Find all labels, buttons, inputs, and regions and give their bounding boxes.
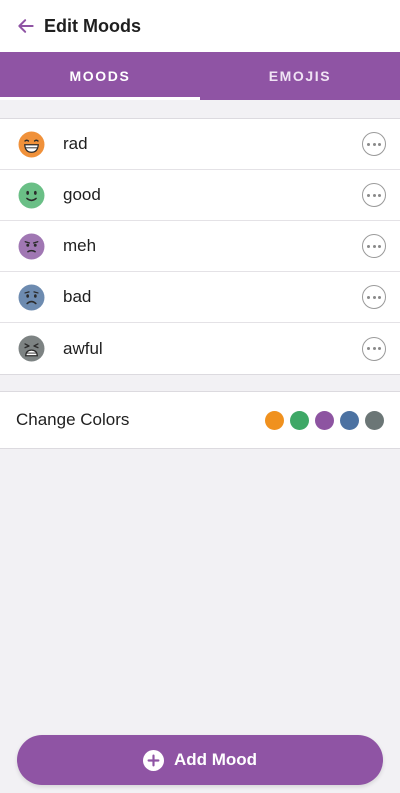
mood-row-awful[interactable]: awful xyxy=(0,323,400,374)
add-mood-button[interactable]: Add Mood xyxy=(17,735,383,785)
page-title: Edit Moods xyxy=(44,15,141,36)
color-swatch-gray xyxy=(365,410,384,430)
color-swatch-purple xyxy=(315,410,334,430)
more-options-button[interactable] xyxy=(362,285,386,309)
dot-icon xyxy=(367,295,371,299)
tab-emojis-label: EMOJIS xyxy=(268,68,332,84)
more-options-button[interactable] xyxy=(362,234,386,258)
arrow-left-icon xyxy=(18,19,34,33)
mood-row-good[interactable]: good xyxy=(0,170,400,221)
frowning-face-icon xyxy=(18,284,45,310)
mood-row-rad[interactable]: rad xyxy=(0,119,400,170)
dot-icon xyxy=(377,244,381,248)
app-bar: Edit Moods xyxy=(0,0,400,52)
change-colors-row[interactable]: Change Colors xyxy=(0,391,400,449)
add-mood-label: Add Mood xyxy=(173,750,258,769)
dot-icon xyxy=(377,193,381,197)
neutral-face-icon xyxy=(18,233,45,259)
mood-label: rad xyxy=(63,134,88,153)
plus-circle-icon xyxy=(142,749,164,771)
tab-moods[interactable]: MOODS xyxy=(0,52,200,100)
tab-moods-label: MOODS xyxy=(69,68,131,84)
mood-list: rad good meh bad awful xyxy=(0,118,400,375)
dot-icon xyxy=(372,295,376,299)
color-swatches xyxy=(265,410,384,430)
dot-icon xyxy=(377,295,381,299)
tab-bar: MOODS EMOJIS xyxy=(0,52,400,100)
dot-icon xyxy=(372,142,376,146)
dot-icon xyxy=(367,244,371,248)
mood-row-meh[interactable]: meh xyxy=(0,221,400,272)
dot-icon xyxy=(377,142,381,146)
more-options-button[interactable] xyxy=(362,132,386,156)
mood-label: good xyxy=(63,185,101,204)
dot-icon xyxy=(367,193,371,197)
dot-icon xyxy=(372,347,376,350)
tired-face-icon xyxy=(18,335,45,362)
mood-label: awful xyxy=(63,338,103,358)
mood-label: meh xyxy=(63,236,97,255)
change-colors-label: Change Colors xyxy=(16,410,130,429)
tab-emojis[interactable]: EMOJIS xyxy=(200,52,400,100)
color-swatch-green xyxy=(290,410,309,430)
color-swatch-blue xyxy=(340,410,359,430)
dot-icon xyxy=(372,244,376,248)
dot-icon xyxy=(367,347,371,350)
mood-label: bad xyxy=(63,287,92,306)
more-options-button[interactable] xyxy=(362,336,386,361)
dot-icon xyxy=(377,347,381,350)
back-button[interactable] xyxy=(12,12,40,40)
grinning-face-icon xyxy=(18,131,45,157)
dot-icon xyxy=(372,193,376,197)
mood-row-bad[interactable]: bad xyxy=(0,272,400,323)
smiling-face-icon xyxy=(18,182,45,208)
active-tab-indicator xyxy=(0,97,200,100)
dot-icon xyxy=(367,142,371,146)
color-swatch-orange xyxy=(265,410,284,430)
more-options-button[interactable] xyxy=(362,183,386,207)
